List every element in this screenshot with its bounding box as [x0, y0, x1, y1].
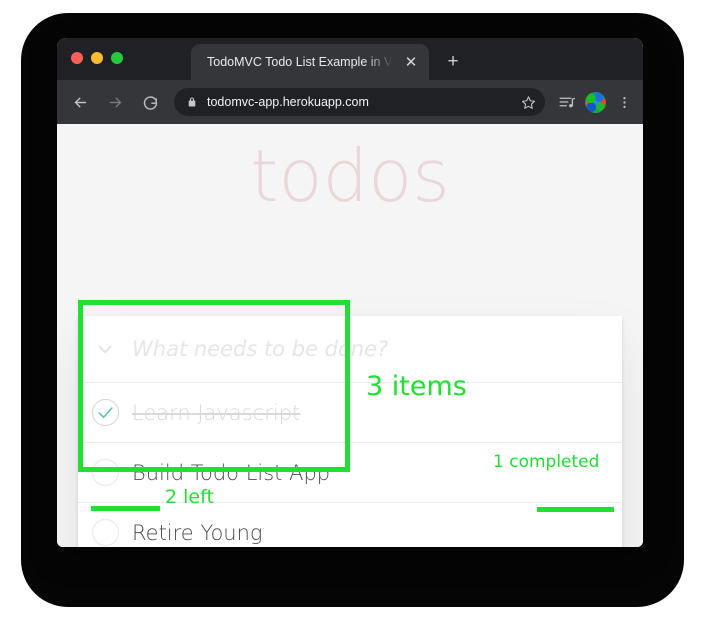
todo-item[interactable]: Learn Javascript — [78, 383, 622, 443]
todo-checkbox-icon[interactable] — [78, 443, 132, 502]
three-dot-menu-icon[interactable] — [610, 88, 638, 116]
lock-icon — [186, 96, 198, 108]
new-todo-input[interactable]: What needs to be done? — [132, 337, 388, 361]
window-traffic-lights — [71, 52, 123, 64]
browser-toolbar: todomvc-app.herokuapp.com — [57, 80, 643, 124]
web-page-content: todos What needs to be done? Learn Javas… — [57, 124, 643, 547]
close-tab-icon[interactable]: ✕ — [399, 50, 423, 74]
browser-tab-strip: TodoMVC Todo List Example in V ✕ + — [57, 38, 643, 80]
page-title: todos — [250, 134, 450, 218]
back-icon[interactable] — [66, 88, 94, 116]
todo-item[interactable]: Retire Young — [78, 503, 622, 547]
media-playlist-icon[interactable] — [553, 88, 581, 116]
close-window-button[interactable] — [71, 52, 83, 64]
minimize-window-button[interactable] — [91, 52, 103, 64]
todo-item-label: Build Todo List App — [132, 460, 331, 485]
url-text: todomvc-app.herokuapp.com — [207, 95, 369, 109]
new-todo-row[interactable]: What needs to be done? — [78, 316, 622, 383]
star-icon[interactable] — [515, 89, 541, 115]
browser-tab[interactable]: TodoMVC Todo List Example in V ✕ — [191, 44, 429, 80]
browser-window: TodoMVC Todo List Example in V ✕ + todom… — [57, 38, 643, 547]
todo-checkbox-checked-icon[interactable] — [78, 383, 132, 442]
todo-card: What needs to be done? Learn Javascript … — [78, 316, 622, 547]
address-bar[interactable]: todomvc-app.herokuapp.com — [174, 88, 545, 116]
todo-item-label: Learn Javascript — [132, 400, 301, 425]
profile-avatar[interactable] — [585, 91, 606, 113]
forward-icon[interactable] — [101, 88, 129, 116]
chevron-down-icon[interactable] — [78, 316, 132, 382]
browser-tab-title: TodoMVC Todo List Example in V — [207, 55, 393, 69]
maximize-window-button[interactable] — [111, 52, 123, 64]
new-tab-button[interactable]: + — [441, 49, 465, 73]
todo-checkbox-icon[interactable] — [78, 503, 132, 547]
reload-icon[interactable] — [136, 88, 164, 116]
todo-item[interactable]: Build Todo List App — [78, 443, 622, 503]
todo-item-label: Retire Young — [132, 520, 263, 545]
